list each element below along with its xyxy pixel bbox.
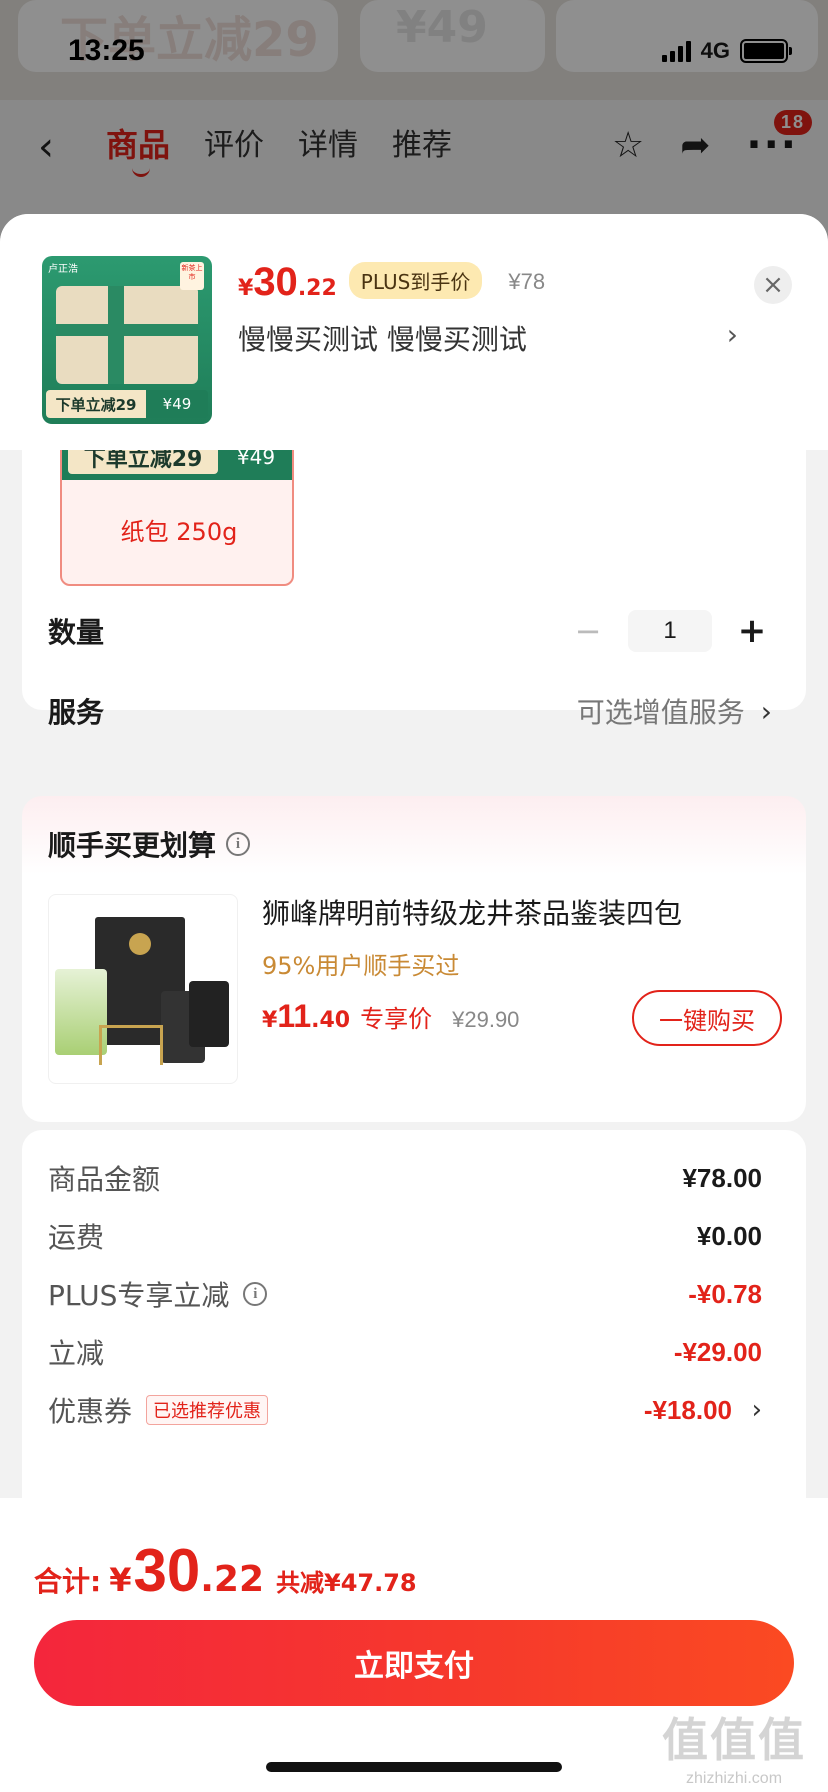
price-decimal: .22 bbox=[297, 276, 337, 301]
summary-value: ¥78.00 bbox=[682, 1162, 762, 1193]
bundle-original-price: ¥29.90 bbox=[452, 1007, 520, 1032]
bundle-price: ¥ 11 .40 专享价 ¥29.90 bbox=[262, 998, 519, 1035]
summary-row-shipping: 运费 ¥0.00 bbox=[48, 1214, 762, 1258]
bundle-price-decimal: .40 bbox=[311, 1008, 351, 1033]
increase-button[interactable]: + bbox=[732, 611, 772, 651]
bundle-title: 顺手买更划算 i bbox=[48, 824, 251, 864]
close-icon: × bbox=[762, 270, 784, 300]
product-thumbnail: 卢正浩 新茶上市 下单立减29 ¥49 bbox=[42, 256, 212, 424]
close-button[interactable]: × bbox=[754, 266, 792, 304]
thumb-promo-price: ¥49 bbox=[146, 390, 208, 418]
summary-label: 优惠券 bbox=[48, 1395, 133, 1428]
thumb-promo-strip: 下单立减29 ¥49 bbox=[46, 390, 208, 418]
watermark-url: zhizhizhi.com bbox=[685, 1770, 783, 1787]
summary-value: -¥0.78 bbox=[688, 1278, 762, 1309]
sheet-price: ¥ 30 .22 PLUS到手价 ¥78 bbox=[238, 260, 545, 305]
new-tea-tag: 新茶上市 bbox=[180, 262, 204, 290]
service-row[interactable]: 服务 可选增值服务 › bbox=[48, 686, 780, 736]
summary-label: 立减 bbox=[48, 1337, 105, 1370]
original-price: ¥78 bbox=[508, 269, 546, 294]
summary-label: 运费 bbox=[48, 1221, 105, 1254]
bundle-product-image[interactable] bbox=[48, 894, 238, 1084]
decrease-button[interactable]: − bbox=[568, 612, 608, 650]
info-icon[interactable]: i bbox=[243, 1282, 268, 1306]
total-currency: ¥ bbox=[109, 1561, 132, 1599]
selected-spec-text: 慢慢买测试 慢慢买测试 bbox=[238, 323, 527, 356]
quantity-stepper: − 1 + bbox=[568, 610, 772, 652]
total-integer: 30 bbox=[133, 1537, 201, 1604]
bundle-price-integer: 11 bbox=[277, 998, 312, 1034]
bundle-price-currency: ¥ bbox=[262, 1008, 278, 1033]
thumb-promo-text: 下单立减29 bbox=[46, 390, 146, 418]
tea-package-image bbox=[56, 286, 198, 384]
chevron-right-icon: › bbox=[760, 694, 772, 728]
service-label: 服务 bbox=[48, 696, 105, 729]
summary-row-goods-amount: 商品金额 ¥78.00 bbox=[48, 1156, 762, 1200]
quantity-input[interactable]: 1 bbox=[628, 610, 712, 652]
checkout-footer: 合计: ¥ 30 .22 共减¥47.78 立即支付 值值值 zhizhizhi… bbox=[0, 1498, 828, 1792]
bundle-card: 顺手买更划算 i 狮峰牌明前特级龙井茶品鉴装四包 95%用户顺手买过 ¥ 11 … bbox=[22, 796, 806, 1122]
bundle-product-name[interactable]: 狮峰牌明前特级龙井茶品鉴装四包 bbox=[262, 892, 682, 932]
price-currency: ¥ bbox=[238, 276, 254, 301]
summary-value: -¥18.00 bbox=[643, 1394, 732, 1425]
home-indicator[interactable] bbox=[266, 1762, 562, 1772]
total-saved: 共减¥47.78 bbox=[276, 1569, 417, 1597]
price-integer: 30 bbox=[253, 260, 298, 304]
info-icon[interactable]: i bbox=[226, 832, 251, 856]
quantity-row: 数量 − 1 + bbox=[48, 606, 780, 656]
watermark-logo: 值值值 bbox=[662, 1713, 806, 1767]
service-value: 可选增值服务 bbox=[576, 696, 745, 729]
variant-label: 纸包 250g bbox=[120, 518, 238, 546]
summary-value: -¥29.00 bbox=[673, 1336, 762, 1367]
total-decimal: .22 bbox=[200, 1559, 264, 1600]
bundle-title-text: 顺手买更划算 bbox=[48, 829, 217, 862]
chevron-right-icon: › bbox=[751, 1395, 762, 1425]
bundle-price-label: 专享价 bbox=[360, 1005, 433, 1033]
pay-now-button[interactable]: 立即支付 bbox=[34, 1620, 794, 1706]
site-watermark: 值值值 zhizhizhi.com bbox=[654, 1704, 814, 1788]
sheet-header: 卢正浩 新茶上市 下单立减29 ¥49 ¥ 30 .22 PLUS到手价 ¥78… bbox=[0, 214, 828, 450]
summary-value: ¥0.00 bbox=[696, 1220, 762, 1251]
total-row: 合计: ¥ 30 .22 共减¥47.78 bbox=[34, 1536, 417, 1605]
variant-option-selected[interactable]: 下单立减29 ¥49 纸包 250g bbox=[60, 430, 294, 586]
summary-label: 商品金额 bbox=[48, 1163, 161, 1196]
one-click-buy-button[interactable]: 一键购买 bbox=[632, 990, 782, 1046]
chevron-right-icon: › bbox=[726, 318, 738, 351]
thumb-brand: 卢正浩 bbox=[48, 264, 78, 275]
total-label: 合计: bbox=[34, 1565, 102, 1598]
coupon-selected-tag: 已选推荐优惠 bbox=[146, 1395, 269, 1425]
service-selector: 可选增值服务 › bbox=[577, 691, 772, 731]
bundle-buyers-text: 95%用户顺手买过 bbox=[262, 952, 460, 980]
summary-row-instant-discount: 立减 -¥29.00 bbox=[48, 1330, 762, 1374]
summary-row-plus-discount: PLUS专享立减 i -¥0.78 bbox=[48, 1272, 762, 1316]
selected-spec-row[interactable]: 慢慢买测试 慢慢买测试 › bbox=[238, 318, 738, 358]
summary-row-coupon[interactable]: 优惠券 已选推荐优惠 -¥18.00 › bbox=[48, 1388, 762, 1432]
quantity-label: 数量 bbox=[48, 616, 105, 649]
plus-price-badge: PLUS到手价 bbox=[348, 262, 483, 299]
summary-label: PLUS专享立减 bbox=[48, 1279, 230, 1312]
